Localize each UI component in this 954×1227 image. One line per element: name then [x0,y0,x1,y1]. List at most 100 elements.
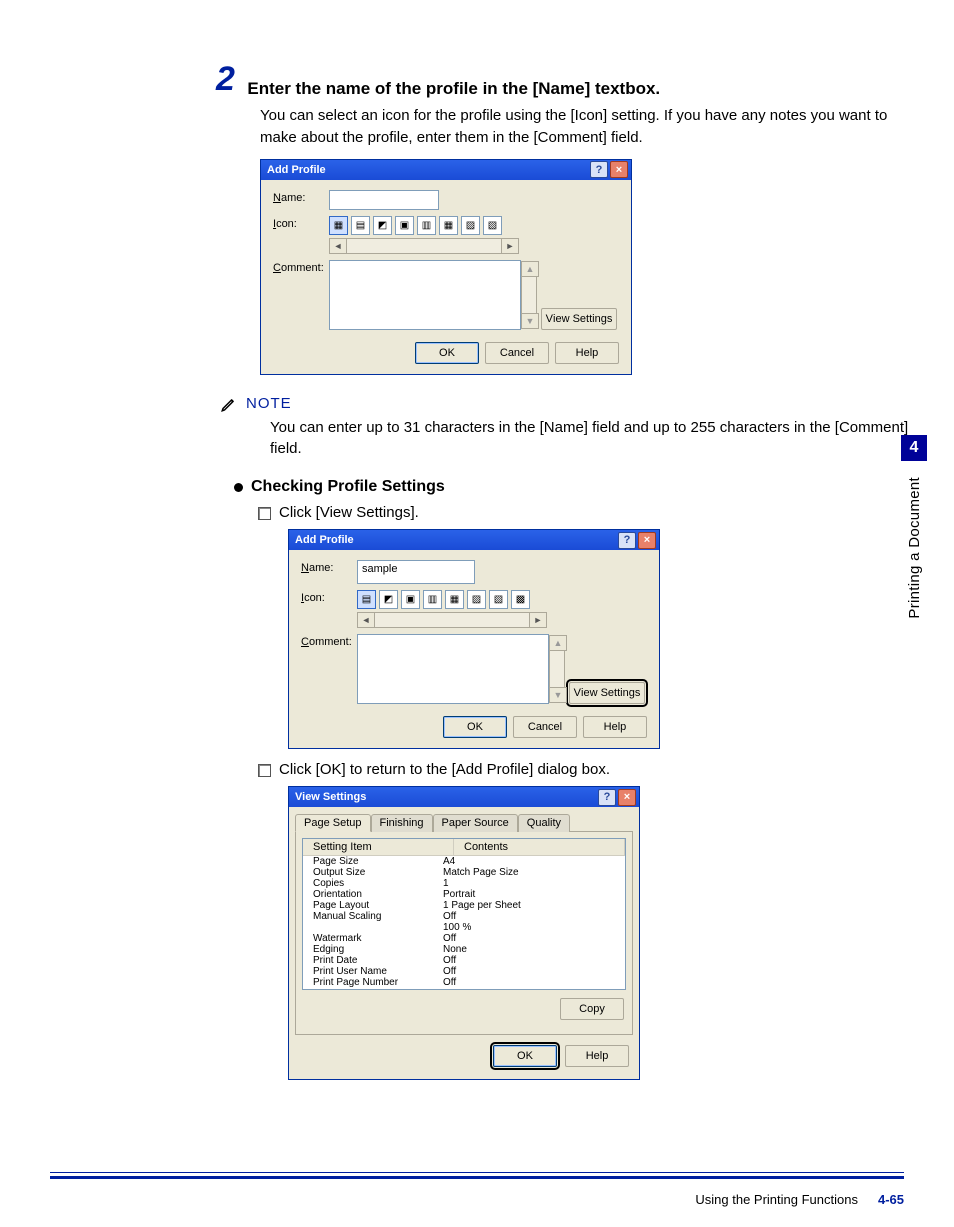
name-label: Name: [273,190,329,204]
substep-1: Click [View Settings]. [258,504,914,521]
profile-icon-option[interactable]: ▥ [423,590,442,609]
name-input[interactable]: sample [357,560,475,584]
cancel-button[interactable]: Cancel [513,716,577,738]
add-profile-dialog-1: Add Profile ? × Name: Icon: ▦ ▤ ◩ ▣ [260,159,632,375]
name-input[interactable] [329,190,439,210]
profile-icon-option[interactable]: ▤ [351,216,370,235]
profile-icon-option[interactable]: ▨ [467,590,486,609]
substep-2: Click [OK] to return to the [Add Profile… [258,761,914,778]
profile-icon-option[interactable]: ▦ [439,216,458,235]
cancel-button[interactable]: Cancel [485,342,549,364]
step-number: 2 [216,60,235,99]
profile-icon-option[interactable]: ▩ [511,590,530,609]
tab-paper-source[interactable]: Paper Source [433,814,518,832]
icon-picker[interactable]: ▤ ◩ ▣ ▥ ▦ ▨ ▧ ▩ [357,590,563,609]
pencil-icon [220,395,238,413]
profile-icon-option[interactable]: ▣ [395,216,414,235]
table-row: Output SizeMatch Page Size [303,867,625,878]
page-footer: Using the Printing Functions 4-65 [695,1192,904,1207]
note-heading: NOTE [220,395,914,413]
icon-scrollbar[interactable]: ◄ ► [329,238,519,254]
comment-textarea[interactable]: ▲ ▼ [357,634,549,704]
footer-section: Using the Printing Functions [695,1192,858,1207]
view-settings-dialog: View Settings ? × Page Setup Finishing P… [288,786,640,1080]
profile-icon-option[interactable]: ▣ [401,590,420,609]
page-number: 4-65 [878,1192,904,1207]
dialog-titlebar: View Settings ? × [289,787,639,807]
table-row: WatermarkOff [303,933,625,944]
icon-scrollbar[interactable]: ◄ ► [357,612,547,628]
dialog-title: Add Profile [295,534,354,546]
dialog-titlebar: Add Profile ? × [289,530,659,550]
help-icon[interactable]: ? [598,789,616,806]
profile-icon-option[interactable]: ▦ [445,590,464,609]
scroll-right-icon[interactable]: ► [529,612,547,628]
close-icon[interactable]: × [638,532,656,549]
tab-page-setup[interactable]: Page Setup [295,814,371,832]
icon-label: Icon: [273,216,329,230]
icon-label: Icon: [301,590,357,604]
column-setting-item: Setting Item [303,839,454,855]
subsection-heading: Checking Profile Settings [234,478,914,496]
table-row: Page Layout1 Page per Sheet [303,900,625,911]
checkbox-icon [258,507,271,520]
dialog-title: View Settings [295,791,366,803]
tab-finishing[interactable]: Finishing [371,814,433,832]
help-button[interactable]: Help [555,342,619,364]
profile-icon-option[interactable]: ▥ [417,216,436,235]
step-title: Enter the name of the profile in the [Na… [247,79,660,98]
scroll-down-icon[interactable]: ▼ [549,687,567,703]
profile-icon-option[interactable]: ▤ [357,590,376,609]
view-settings-button[interactable]: View Settings [541,308,617,330]
profile-icon-option[interactable]: ◩ [379,590,398,609]
table-row: 100 % [303,922,625,933]
copy-button[interactable]: Copy [560,998,624,1020]
checkbox-icon [258,764,271,777]
scroll-left-icon[interactable]: ◄ [357,612,375,628]
comment-textarea[interactable]: ▲ ▼ [329,260,521,330]
table-row: Copies1 [303,878,625,889]
settings-table: Setting Item Contents Page SizeA4 Output… [302,838,626,990]
dialog-title: Add Profile [267,164,326,176]
ok-button[interactable]: OK [443,716,507,738]
note-text: You can enter up to 31 characters in the… [270,417,914,461]
step-body-text: You can select an icon for the profile u… [260,105,914,149]
note-label: NOTE [246,395,292,412]
comment-label: Comment: [273,260,329,274]
name-label: Name: [301,560,357,574]
close-icon[interactable]: × [610,161,628,178]
help-button[interactable]: Help [565,1045,629,1067]
ok-button[interactable]: OK [415,342,479,364]
chapter-title-vertical: Printing a Document [906,477,923,619]
help-button[interactable]: Help [583,716,647,738]
profile-icon-option[interactable]: ◩ [373,216,392,235]
scroll-left-icon[interactable]: ◄ [329,238,347,254]
dialog-titlebar: Add Profile ? × [261,160,631,180]
profile-icon-option[interactable]: ▦ [329,216,348,235]
table-row: Print Page NumberOff [303,977,625,988]
close-icon[interactable]: × [618,789,636,806]
help-icon[interactable]: ? [618,532,636,549]
table-row: OrientationPortrait [303,889,625,900]
ok-button[interactable]: OK [493,1045,557,1067]
footer-divider [50,1172,904,1179]
profile-icon-option[interactable]: ▧ [489,590,508,609]
table-row: Print User NameOff [303,966,625,977]
scroll-up-icon[interactable]: ▲ [521,261,539,277]
table-row: EdgingNone [303,944,625,955]
chapter-number-badge: 4 [901,435,927,461]
profile-icon-option[interactable]: ▧ [483,216,502,235]
tab-strip: Page Setup Finishing Paper Source Qualit… [289,807,639,831]
scroll-up-icon[interactable]: ▲ [549,635,567,651]
column-contents: Contents [454,839,625,855]
scroll-right-icon[interactable]: ► [501,238,519,254]
table-row: Manual ScalingOff [303,911,625,922]
comment-label: Comment: [301,634,357,648]
scroll-down-icon[interactable]: ▼ [521,313,539,329]
view-settings-button[interactable]: View Settings [569,682,645,704]
profile-icon-option[interactable]: ▨ [461,216,480,235]
help-icon[interactable]: ? [590,161,608,178]
icon-picker[interactable]: ▦ ▤ ◩ ▣ ▥ ▦ ▨ ▧ [329,216,535,235]
chapter-sidebar: 4 Printing a Document [894,435,934,619]
tab-quality[interactable]: Quality [518,814,570,832]
